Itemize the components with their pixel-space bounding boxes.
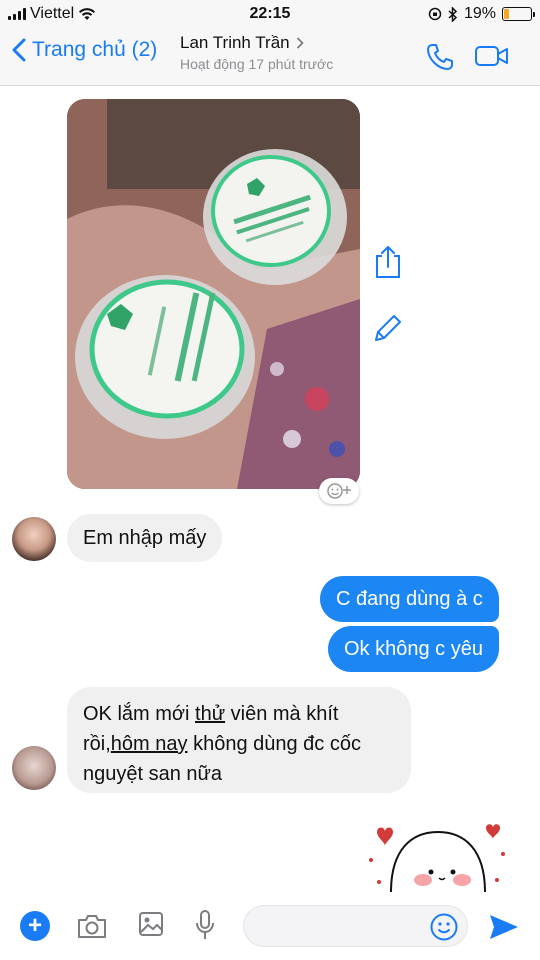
photo-content <box>67 99 360 489</box>
incoming-message[interactable]: Em nhập mấy <box>67 514 223 562</box>
contact-name: Lan Trinh Trần <box>180 33 290 52</box>
outgoing-message[interactable]: Ok không c yêu <box>328 626 499 672</box>
photo-message[interactable] <box>67 99 360 489</box>
message-line: rồi,hôm nay không dùng đc cốc <box>83 729 395 759</box>
share-icon[interactable] <box>372 244 404 280</box>
bluetooth-icon <box>448 6 458 22</box>
contact-status: Hoạt động 17 phút trước <box>180 56 334 72</box>
chevron-right-icon <box>296 37 304 49</box>
message-text: viên mà khít <box>225 703 339 725</box>
battery-icon <box>502 7 535 21</box>
conversation-header: Trang chủ (2) Lan Trinh Trần Hoạt động 1… <box>0 28 540 86</box>
message-text: không dùng đc cốc <box>187 733 361 755</box>
orientation-lock-icon <box>428 7 442 21</box>
incoming-message[interactable]: OK lắm mới thử viên mà khít rồi,hôm nay … <box>67 687 411 793</box>
battery-level <box>504 9 509 19</box>
message-line: nguyệt san nữa <box>83 763 223 785</box>
send-icon[interactable] <box>488 913 520 941</box>
microphone-icon[interactable] <box>195 909 215 941</box>
smiley-plus-icon <box>327 483 351 499</box>
emoji-icon[interactable] <box>429 912 459 942</box>
sticker-message[interactable] <box>365 820 515 892</box>
chevron-left-icon <box>12 38 26 62</box>
status-bar: Viettel 22:15 19% <box>0 0 540 28</box>
pencil-icon[interactable] <box>372 312 404 344</box>
video-camera-icon[interactable] <box>474 44 510 68</box>
message-composer: + <box>0 893 540 960</box>
phone-icon[interactable] <box>425 42 455 72</box>
contact-info[interactable]: Lan Trinh Trần Hoạt động 17 phút trước <box>180 33 380 72</box>
contact-name-row: Lan Trinh Trần <box>180 33 380 53</box>
contact-avatar[interactable] <box>12 517 56 561</box>
add-reaction-button[interactable] <box>319 478 359 504</box>
sticker-face <box>369 824 505 892</box>
back-label: Trang chủ (2) <box>32 38 158 61</box>
back-button[interactable]: Trang chủ (2) <box>12 38 157 62</box>
outgoing-message[interactable]: C đang dùng à c <box>320 576 499 622</box>
message-text-underlined: thử <box>195 703 226 725</box>
message-text: OK lắm mới <box>83 703 196 725</box>
contact-avatar[interactable] <box>12 746 56 790</box>
message-line: OK lắm mới thử viên mà khít <box>83 699 395 729</box>
status-right: 19% <box>428 5 535 23</box>
message-text: rồi, <box>83 733 111 755</box>
message-text-underlined: hôm nay <box>110 733 188 755</box>
plus-icon[interactable]: + <box>20 911 50 941</box>
image-icon[interactable] <box>137 910 165 938</box>
camera-icon[interactable] <box>76 912 108 940</box>
battery-percent: 19% <box>463 5 496 22</box>
